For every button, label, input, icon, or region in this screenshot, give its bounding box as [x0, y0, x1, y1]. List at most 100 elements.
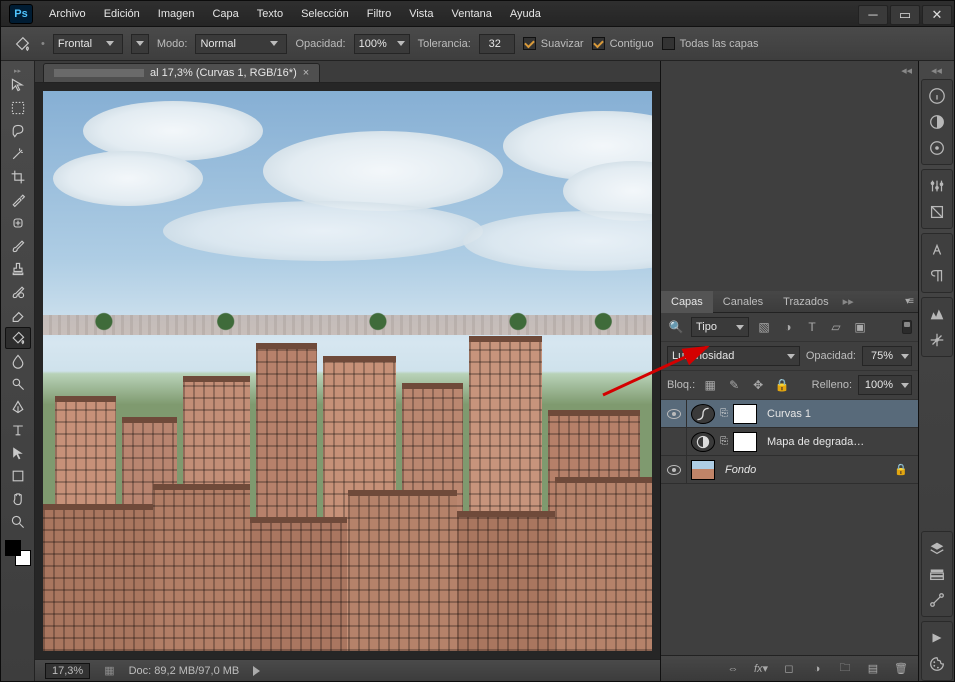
lock-pixels-icon[interactable]: ✎ [725, 377, 743, 393]
fill-field[interactable] [858, 375, 912, 395]
maximize-button[interactable]: ▭ [890, 5, 920, 25]
tab-paths[interactable]: Trazados [773, 291, 838, 313]
antialias-checkbox[interactable] [523, 37, 536, 50]
menu-text[interactable]: Texto [249, 5, 291, 23]
new-adjustment-icon[interactable]: ◑ [808, 660, 826, 678]
layer-name[interactable]: Mapa de degrada… [767, 436, 918, 448]
document-tab[interactable]: al 17,3% (Curvas 1, RGB/16*) × [43, 63, 320, 82]
paths-dock-icon[interactable] [924, 588, 950, 612]
layer-visibility-toggle[interactable] [661, 400, 687, 427]
zoom-field[interactable]: 17,3% [45, 663, 90, 679]
crop-tool[interactable] [5, 166, 31, 188]
zoom-tool[interactable] [5, 511, 31, 533]
close-tab-icon[interactable]: × [303, 67, 309, 79]
adjustment-thumb[interactable] [691, 404, 715, 424]
mask-thumb[interactable] [733, 432, 757, 452]
all-layers-checkbox[interactable] [662, 37, 675, 50]
blur-tool[interactable] [5, 350, 31, 372]
swatches-panel-icon[interactable] [924, 136, 950, 160]
layer-row[interactable]: ⎘ Curvas 1 [661, 400, 918, 428]
type-tool[interactable] [5, 419, 31, 441]
new-layer-icon[interactable]: ▤ [864, 660, 882, 678]
layer-visibility-toggle[interactable] [661, 456, 687, 483]
panel-expand-handle[interactable]: ◀◀ [899, 65, 914, 77]
mask-thumb[interactable] [733, 404, 757, 424]
layer-row[interactable]: ⎘ Mapa de degrada… [661, 428, 918, 456]
styles-panel-icon[interactable] [924, 200, 950, 224]
marquee-tool[interactable] [5, 97, 31, 119]
pen-tool[interactable] [5, 396, 31, 418]
adjustment-thumb[interactable] [691, 432, 715, 452]
wand-tool[interactable] [5, 143, 31, 165]
layer-name[interactable]: Curvas 1 [767, 408, 918, 420]
bucket-tool[interactable] [5, 327, 31, 349]
stamp-tool[interactable] [5, 258, 31, 280]
history-brush-tool[interactable] [5, 281, 31, 303]
layer-name[interactable]: Fondo [725, 464, 894, 476]
menu-select[interactable]: Selección [293, 5, 357, 23]
close-button[interactable]: ✕ [922, 5, 952, 25]
lock-transparent-icon[interactable]: ▦ [701, 377, 719, 393]
navigator-panel-icon[interactable] [924, 328, 950, 352]
layer-fx-icon[interactable]: fx▾ [752, 660, 770, 678]
fill-source-select[interactable] [53, 34, 123, 54]
healing-tool[interactable] [5, 212, 31, 234]
tab-channels[interactable]: Canales [713, 291, 773, 313]
color-panel-icon[interactable] [924, 110, 950, 134]
image-thumb[interactable] [691, 460, 715, 480]
blend-mode-select[interactable] [195, 34, 287, 54]
filter-adjust-icon[interactable]: ◑ [779, 319, 797, 335]
filter-toggle-switch[interactable] [902, 320, 912, 334]
channels-dock-icon[interactable] [924, 562, 950, 586]
color-swatches[interactable] [5, 540, 31, 566]
dock-collapse-handle[interactable]: ◀◀ [931, 67, 942, 75]
layer-row[interactable]: Fondo 🔒 [661, 456, 918, 484]
shape-tool[interactable] [5, 465, 31, 487]
filter-smart-icon[interactable]: ▣ [851, 319, 869, 335]
histogram-panel-icon[interactable] [924, 302, 950, 326]
info-panel-icon[interactable] [924, 84, 950, 108]
path-select-tool[interactable] [5, 442, 31, 464]
adjustments-panel-icon[interactable] [924, 174, 950, 198]
delete-layer-icon[interactable]: 🗑 [892, 660, 910, 678]
menu-image[interactable]: Imagen [150, 5, 203, 23]
move-tool[interactable] [5, 74, 31, 96]
filter-type-icon[interactable]: T [803, 319, 821, 335]
menu-window[interactable]: Ventana [443, 5, 499, 23]
lock-all-icon[interactable]: 🔒 [773, 377, 791, 393]
filter-shape-icon[interactable]: ▱ [827, 319, 845, 335]
panel-collapse-icon[interactable]: ▸▸ [839, 295, 858, 308]
layer-opacity-field[interactable] [862, 346, 912, 366]
link-layers-icon[interactable]: ⇔ [724, 660, 742, 678]
layer-visibility-toggle[interactable] [661, 428, 687, 455]
filter-pixel-icon[interactable]: ▧ [755, 319, 773, 335]
brush-tool[interactable] [5, 235, 31, 257]
contiguous-checkbox[interactable] [592, 37, 605, 50]
actions-dock-icon[interactable] [924, 626, 950, 650]
panel-menu-icon[interactable]: ▾≡ [899, 296, 918, 307]
tolerance-field[interactable] [479, 34, 515, 54]
new-group-icon[interactable]: 🗀 [836, 660, 854, 678]
layer-filter-select[interactable] [691, 317, 749, 337]
lasso-tool[interactable] [5, 120, 31, 142]
menu-help[interactable]: Ayuda [502, 5, 549, 23]
character-panel-icon[interactable] [924, 238, 950, 262]
paragraph-panel-icon[interactable] [924, 264, 950, 288]
menu-filter[interactable]: Filtro [359, 5, 399, 23]
foreground-color-swatch[interactable] [5, 540, 21, 556]
menu-view[interactable]: Vista [401, 5, 441, 23]
document-canvas[interactable] [43, 91, 652, 651]
blend-mode-panel-select[interactable] [667, 346, 800, 366]
menu-edit[interactable]: Edición [96, 5, 148, 23]
tools-collapse-handle[interactable]: ▸▸ [1, 67, 34, 73]
lock-position-icon[interactable]: ✥ [749, 377, 767, 393]
palette-dock-icon[interactable] [924, 652, 950, 676]
layers-dock-icon[interactable] [924, 536, 950, 560]
canvas-area[interactable] [35, 83, 660, 659]
add-mask-icon[interactable]: ◻ [780, 660, 798, 678]
tab-layers[interactable]: Capas [661, 291, 713, 313]
minimize-button[interactable]: ─ [858, 5, 888, 25]
status-flyout-icon[interactable] [253, 666, 260, 676]
menu-file[interactable]: Archivo [41, 5, 94, 23]
pattern-picker[interactable] [131, 34, 149, 54]
